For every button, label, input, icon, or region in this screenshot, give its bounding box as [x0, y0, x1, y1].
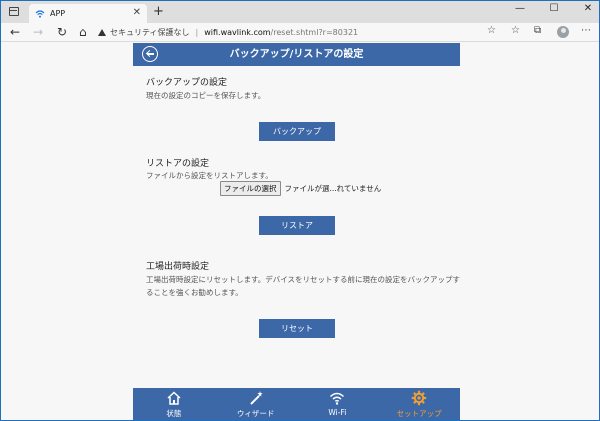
security-label[interactable]: セキュリティ保護なし: [110, 27, 190, 38]
wifi-favicon-icon: [35, 9, 45, 18]
address-separator: |: [195, 27, 199, 37]
factory-section-title: 工場出荷時設定: [146, 262, 210, 272]
warning-icon[interactable]: [98, 28, 106, 36]
wand-icon: [249, 391, 263, 405]
nav-setup-label: セットアップ: [396, 409, 442, 418]
nav-status-label: 状態: [166, 409, 182, 418]
address-path[interactable]: /reset.shtml?r=80321: [271, 28, 359, 37]
window-controls: — ☐ ✕: [513, 3, 595, 14]
close-window-button[interactable]: ✕: [581, 3, 595, 14]
tab-close-icon[interactable]: ✕: [133, 7, 141, 18]
tab-actions-icon[interactable]: [9, 7, 19, 16]
tab-title: APP: [50, 9, 66, 18]
factory-description-line1: 工場出荷時設定にリセットします。デバイスをリセットする前に現在の設定をバックアッ…: [146, 275, 461, 284]
page-title: バックアップ/リストアの設定: [229, 49, 364, 60]
backup-description: 現在の設定のコピーを保存します。: [146, 91, 266, 100]
reload-icon[interactable]: ↻: [57, 24, 67, 40]
forward-arrow-icon[interactable]: →: [33, 24, 43, 40]
collections-icon[interactable]: ⧉: [534, 25, 541, 36]
bottom-navigation: 状態 ウィザード Wi-Fi セットアップ: [133, 388, 460, 420]
minimize-button[interactable]: —: [513, 3, 527, 14]
nav-setup[interactable]: セットアップ: [378, 388, 460, 420]
menu-dots-icon[interactable]: ⋯: [581, 25, 591, 36]
page-header: バックアップ/リストアの設定: [133, 43, 460, 66]
choose-file-button[interactable]: ファイルの選択: [220, 181, 281, 196]
home-icon[interactable]: ⌂: [79, 24, 87, 40]
tab-bar: APP ✕ + — ☐ ✕: [1, 1, 599, 23]
backup-button[interactable]: バックアップ: [259, 122, 335, 141]
favorites-icon[interactable]: ☆: [511, 25, 520, 36]
address-host[interactable]: wifi.wavlink.com: [204, 28, 270, 37]
file-input: ファイルの選択 ファイルが選...れていません: [220, 181, 381, 196]
back-circle-icon[interactable]: [142, 46, 158, 62]
factory-description-line2: ることを強くお勧めします。: [146, 288, 243, 297]
reset-button[interactable]: リセット: [259, 319, 335, 338]
back-arrow-icon[interactable]: ←: [10, 24, 20, 40]
nav-wizard[interactable]: ウィザード: [215, 388, 297, 420]
nav-wifi[interactable]: Wi-Fi: [297, 388, 379, 420]
gear-icon: [411, 390, 427, 406]
home-icon: [167, 391, 181, 405]
maximize-button[interactable]: ☐: [547, 3, 561, 14]
profile-avatar-icon[interactable]: [557, 26, 569, 38]
nav-status[interactable]: 状態: [133, 388, 215, 420]
browser-window: APP ✕ + — ☐ ✕ ← → ↻ ⌂ セキュリティ保護なし | wifi.…: [0, 0, 600, 421]
nav-wifi-label: Wi-Fi: [328, 408, 347, 417]
favorite-star-icon[interactable]: ☆: [487, 25, 496, 36]
backup-section-title: バックアップの設定: [146, 78, 228, 88]
restore-section-title: リストアの設定: [146, 159, 210, 169]
address-bar[interactable]: セキュリティ保護なし | wifi.wavlink.com /reset.sht…: [98, 24, 498, 40]
browser-toolbar: ← → ↻ ⌂ セキュリティ保護なし | wifi.wavlink.com /r…: [1, 23, 599, 42]
browser-tab[interactable]: APP ✕: [29, 4, 147, 23]
wifi-icon: [330, 392, 345, 405]
file-status-text: ファイルが選...れていません: [284, 184, 382, 193]
new-tab-button[interactable]: +: [153, 4, 164, 20]
nav-wizard-label: ウィザード: [236, 409, 275, 418]
restore-button[interactable]: リストア: [259, 216, 335, 235]
